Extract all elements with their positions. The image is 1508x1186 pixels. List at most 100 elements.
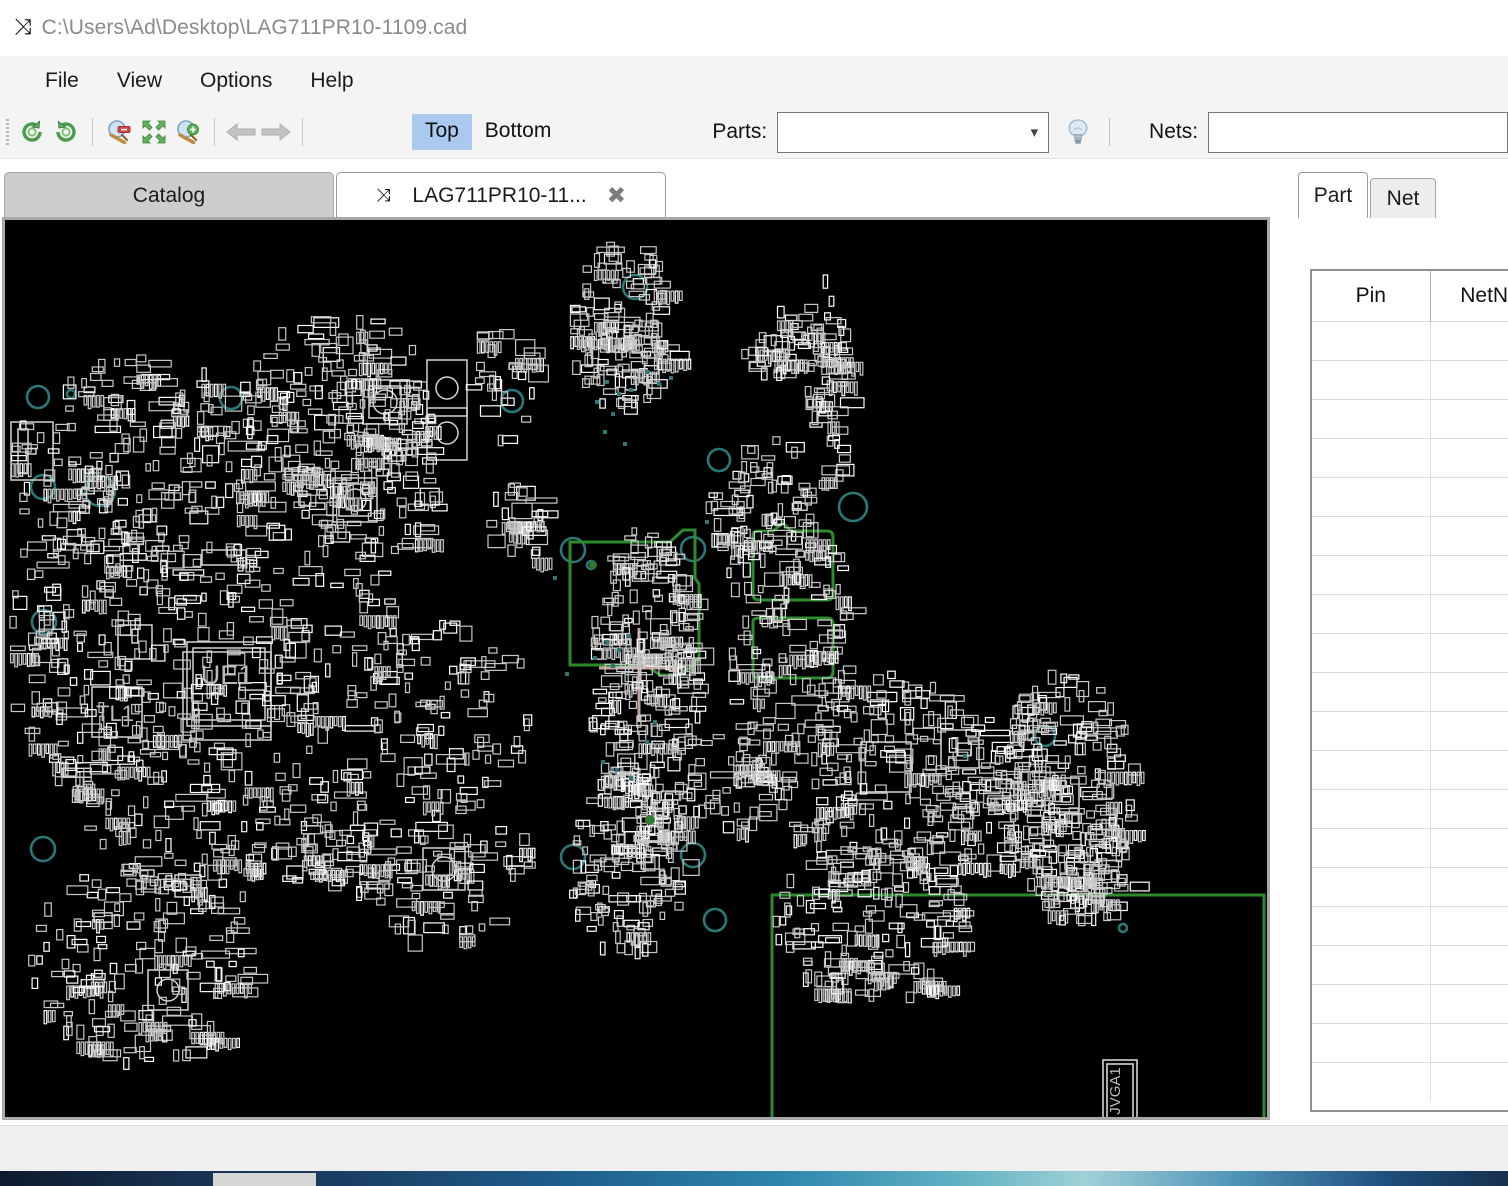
shuffle-icon: ⤨ (375, 185, 391, 206)
chevron-down-icon: ▾ (1030, 123, 1039, 141)
toolbar-grip[interactable] (6, 119, 10, 145)
properties-panel: Part Net Pin NetNa (1288, 172, 1508, 1120)
nets-input[interactable] (1208, 111, 1508, 153)
table-cell[interactable] (1430, 476, 1508, 516)
table-row[interactable] (1312, 593, 1508, 633)
table-row[interactable] (1312, 632, 1508, 672)
table-row[interactable] (1312, 476, 1508, 516)
table-row[interactable] (1312, 905, 1508, 945)
table-cell[interactable] (1312, 866, 1431, 906)
forward-button[interactable] (259, 112, 293, 152)
nets-label: Nets: (1149, 120, 1199, 143)
table-cell[interactable] (1312, 476, 1431, 516)
table-cell[interactable] (1312, 749, 1431, 789)
table-cell[interactable] (1430, 671, 1508, 711)
table-cell[interactable] (1430, 710, 1508, 750)
table-cell[interactable] (1312, 398, 1431, 438)
table-cell[interactable] (1430, 515, 1508, 555)
designator-ue1: UE1 (201, 660, 254, 690)
table-cell[interactable] (1312, 1022, 1431, 1062)
tab-catalog[interactable]: Catalog (4, 172, 334, 218)
table-cell[interactable] (1430, 1061, 1508, 1101)
column-header-netname[interactable]: NetNa (1430, 271, 1508, 321)
table-cell[interactable] (1430, 359, 1508, 399)
table-row[interactable] (1312, 359, 1508, 399)
table-row[interactable] (1312, 944, 1508, 984)
pcb-drawing: UE1 TL1 JVGA1 (5, 220, 1267, 1117)
fit-to-screen-button[interactable] (137, 112, 171, 152)
menu-options[interactable]: Options (181, 65, 291, 97)
table-cell[interactable] (1430, 749, 1508, 789)
table-cell[interactable] (1430, 983, 1508, 1023)
table-cell[interactable] (1430, 788, 1508, 828)
table-row[interactable] (1312, 983, 1508, 1023)
table-row[interactable] (1312, 320, 1508, 360)
table-cell[interactable] (1312, 944, 1431, 984)
rotate-right-button[interactable] (49, 112, 83, 152)
table-cell[interactable] (1312, 359, 1431, 399)
rotate-left-button[interactable] (14, 112, 48, 152)
table-row[interactable] (1312, 827, 1508, 867)
document-tab-strip: Catalog ⤨ LAG711PR10-11... ✖ (0, 172, 1280, 218)
table-cell[interactable] (1312, 593, 1431, 633)
tab-part[interactable]: Part (1298, 172, 1368, 218)
table-cell[interactable] (1312, 632, 1431, 672)
table-row[interactable] (1312, 866, 1508, 906)
pcb-canvas[interactable]: UE1 TL1 JVGA1 (2, 217, 1270, 1120)
table-row[interactable] (1312, 710, 1508, 750)
back-button[interactable] (224, 112, 258, 152)
layer-bottom-button[interactable]: Bottom (472, 114, 565, 150)
table-cell[interactable] (1430, 944, 1508, 984)
table-cell[interactable] (1312, 788, 1431, 828)
menu-file[interactable]: File (26, 65, 98, 97)
table-row[interactable] (1312, 1022, 1508, 1062)
toolbar-separator-3 (302, 118, 303, 146)
table-row[interactable] (1312, 671, 1508, 711)
table-cell[interactable] (1430, 554, 1508, 594)
zoom-out-button[interactable] (102, 112, 136, 152)
close-icon[interactable]: ✖ (607, 183, 626, 209)
parts-combobox[interactable]: ▾ (777, 111, 1050, 153)
tab-document[interactable]: ⤨ LAG711PR10-11... ✖ (336, 172, 666, 218)
table-cell[interactable] (1430, 827, 1508, 867)
table-cell[interactable] (1312, 905, 1431, 945)
table-cell[interactable] (1430, 320, 1508, 360)
table-cell[interactable] (1430, 866, 1508, 906)
pin-net-grid[interactable]: Pin NetNa (1310, 269, 1508, 1112)
table-row[interactable] (1312, 398, 1508, 438)
table-row[interactable] (1312, 749, 1508, 789)
menu-view[interactable]: View (98, 65, 181, 97)
desktop-taskbar[interactable] (0, 1171, 1508, 1186)
zoom-out-icon (108, 120, 131, 145)
layer-top-button[interactable]: Top (411, 114, 472, 150)
table-row[interactable] (1312, 437, 1508, 477)
table-cell[interactable] (1312, 1061, 1431, 1101)
taskbar-tile[interactable] (213, 1173, 316, 1186)
column-header-pin[interactable]: Pin (1312, 271, 1431, 321)
zoom-in-button[interactable] (171, 112, 205, 152)
table-row[interactable] (1312, 1061, 1508, 1101)
table-row[interactable] (1312, 788, 1508, 828)
tab-net[interactable]: Net (1370, 178, 1436, 218)
table-cell[interactable] (1430, 437, 1508, 477)
table-cell[interactable] (1430, 1022, 1508, 1062)
table-cell[interactable] (1312, 983, 1431, 1023)
tab-part-label: Part (1313, 183, 1353, 207)
table-row[interactable] (1312, 515, 1508, 555)
table-cell[interactable] (1430, 905, 1508, 945)
table-cell[interactable] (1312, 671, 1431, 711)
table-cell[interactable] (1312, 827, 1431, 867)
title-bar: ⤨ C:\Users\Ad\Desktop\LAG711PR10-1109.ca… (0, 0, 1508, 56)
table-cell[interactable] (1312, 554, 1431, 594)
highlight-toggle-button[interactable] (1058, 112, 1098, 152)
table-cell[interactable] (1430, 593, 1508, 633)
table-cell[interactable] (1312, 437, 1431, 477)
status-bar (0, 1125, 1508, 1171)
table-cell[interactable] (1312, 710, 1431, 750)
menu-help[interactable]: Help (291, 65, 372, 97)
table-row[interactable] (1312, 554, 1508, 594)
table-cell[interactable] (1312, 515, 1431, 555)
table-cell[interactable] (1430, 632, 1508, 672)
table-cell[interactable] (1430, 398, 1508, 438)
table-cell[interactable] (1312, 320, 1431, 360)
